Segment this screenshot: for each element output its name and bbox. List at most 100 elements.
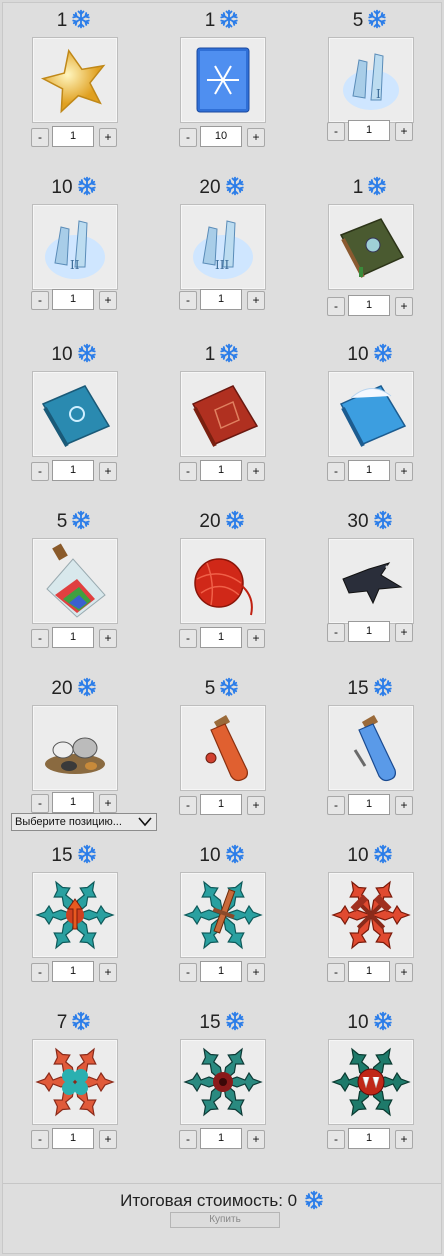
shop-item: 10 -1 + — [296, 334, 444, 501]
increment-button[interactable]: + — [99, 963, 117, 982]
decrement-button[interactable]: - — [31, 128, 49, 147]
increment-button[interactable]: + — [99, 629, 117, 648]
price-value: 10 — [347, 344, 369, 365]
shop-item: 5 -1 + — [0, 501, 148, 668]
increment-button[interactable]: + — [395, 963, 413, 982]
quantity-stepper: -1 + — [31, 792, 117, 814]
shop-item: 1-1 + — [0, 0, 148, 167]
quantity-input[interactable]: 1 — [52, 289, 94, 310]
animal-select[interactable]: Выберите позицию... — [11, 813, 157, 831]
increment-button[interactable]: + — [247, 462, 265, 481]
quantity-input[interactable]: 1 — [348, 460, 390, 481]
decrement-button[interactable]: - — [327, 122, 345, 141]
quantity-input[interactable]: 10 — [200, 126, 242, 147]
quantity-input[interactable]: 1 — [200, 1128, 242, 1149]
increment-button[interactable]: + — [395, 1130, 413, 1149]
quantity-stepper: -1 + — [327, 621, 413, 643]
green-tome-icon — [328, 204, 414, 290]
shop-item: 30 -1 + — [296, 501, 444, 668]
increment-button[interactable]: + — [247, 128, 265, 147]
increment-button[interactable]: + — [99, 1130, 117, 1149]
price-value: 5 — [56, 511, 68, 532]
quantity-input[interactable]: 1 — [348, 961, 390, 982]
snowflake-icon — [73, 343, 97, 365]
snowflake-icon — [363, 176, 387, 198]
svg-text:I: I — [376, 87, 381, 101]
decrement-button[interactable]: - — [179, 291, 197, 310]
quantity-input[interactable]: 1 — [348, 621, 390, 642]
decrement-button[interactable]: - — [31, 1130, 49, 1149]
buy-button[interactable]: Купить — [170, 1212, 280, 1228]
price-value: 15 — [199, 1012, 221, 1033]
decrement-button[interactable]: - — [327, 462, 345, 481]
increment-button[interactable]: + — [99, 462, 117, 481]
snowflake-icon — [221, 844, 245, 866]
quantity-input[interactable]: 1 — [348, 120, 390, 141]
decrement-button[interactable]: - — [31, 794, 49, 813]
quantity-input[interactable]: 1 — [348, 295, 390, 316]
decrement-button[interactable]: - — [327, 623, 345, 642]
increment-button[interactable]: + — [395, 462, 413, 481]
decrement-button[interactable]: - — [179, 1130, 197, 1149]
increment-button[interactable]: + — [247, 629, 265, 648]
quantity-input[interactable]: 1 — [52, 961, 94, 982]
decrement-button[interactable]: - — [327, 963, 345, 982]
decrement-button[interactable]: - — [31, 462, 49, 481]
snowflake-arrow-icon — [32, 872, 118, 958]
quantity-input[interactable]: 1 — [52, 460, 94, 481]
quantity-input[interactable]: 1 — [200, 627, 242, 648]
increment-button[interactable]: + — [99, 128, 117, 147]
item-price: 20 — [148, 509, 296, 535]
quantity-input[interactable]: 1 — [52, 792, 94, 813]
increment-button[interactable]: + — [395, 297, 413, 316]
decrement-button[interactable]: - — [179, 963, 197, 982]
quantity-input[interactable]: 1 — [348, 794, 390, 815]
quantity-input[interactable]: 1 — [200, 460, 242, 481]
quantity-stepper: -1 + — [31, 289, 117, 311]
increment-button[interactable]: + — [99, 291, 117, 310]
increment-button[interactable]: + — [247, 963, 265, 982]
price-value: 5 — [352, 10, 364, 31]
decrement-button[interactable]: - — [327, 297, 345, 316]
decrement-button[interactable]: - — [179, 796, 197, 815]
raven-icon — [328, 538, 414, 624]
increment-button[interactable]: + — [395, 796, 413, 815]
decrement-button[interactable]: - — [179, 462, 197, 481]
snow-scroll-icon — [180, 37, 266, 123]
price-value: 1 — [204, 344, 216, 365]
increment-button[interactable]: + — [247, 1130, 265, 1149]
snowflake-fangs-icon — [328, 1039, 414, 1125]
quantity-input[interactable]: 1 — [200, 961, 242, 982]
increment-button[interactable]: + — [395, 623, 413, 642]
quantity-input[interactable]: 1 — [52, 1128, 94, 1149]
increment-button[interactable]: + — [99, 794, 117, 813]
quantity-input[interactable]: 1 — [52, 126, 94, 147]
quantity-stepper: -1 + — [327, 961, 413, 983]
item-price: 5 — [0, 509, 148, 535]
decrement-button[interactable]: - — [31, 629, 49, 648]
quantity-stepper: -1 + — [31, 1128, 117, 1150]
item-price: 30 — [296, 509, 444, 535]
quantity-input[interactable]: 1 — [348, 1128, 390, 1149]
frost-rune-ii-icon: II — [32, 204, 118, 290]
item-price: 15 — [296, 676, 444, 702]
snowflake-icon — [369, 343, 393, 365]
decrement-button[interactable]: - — [31, 291, 49, 310]
item-price: 5 — [296, 8, 444, 34]
decrement-button[interactable]: - — [327, 796, 345, 815]
price-value: 15 — [51, 845, 73, 866]
decrement-button[interactable]: - — [179, 128, 197, 147]
increment-button[interactable]: + — [395, 122, 413, 141]
quantity-input[interactable]: 1 — [200, 794, 242, 815]
item-price: 15 — [148, 1010, 296, 1036]
decrement-button[interactable]: - — [179, 629, 197, 648]
increment-button[interactable]: + — [247, 796, 265, 815]
price-value: 20 — [199, 177, 221, 198]
decrement-button[interactable]: - — [31, 963, 49, 982]
increment-button[interactable]: + — [247, 291, 265, 310]
quantity-stepper: -1 + — [179, 961, 265, 983]
decrement-button[interactable]: - — [327, 1130, 345, 1149]
select-value: Выберите позицию... — [15, 816, 122, 828]
quantity-input[interactable]: 1 — [200, 289, 242, 310]
quantity-input[interactable]: 1 — [52, 627, 94, 648]
